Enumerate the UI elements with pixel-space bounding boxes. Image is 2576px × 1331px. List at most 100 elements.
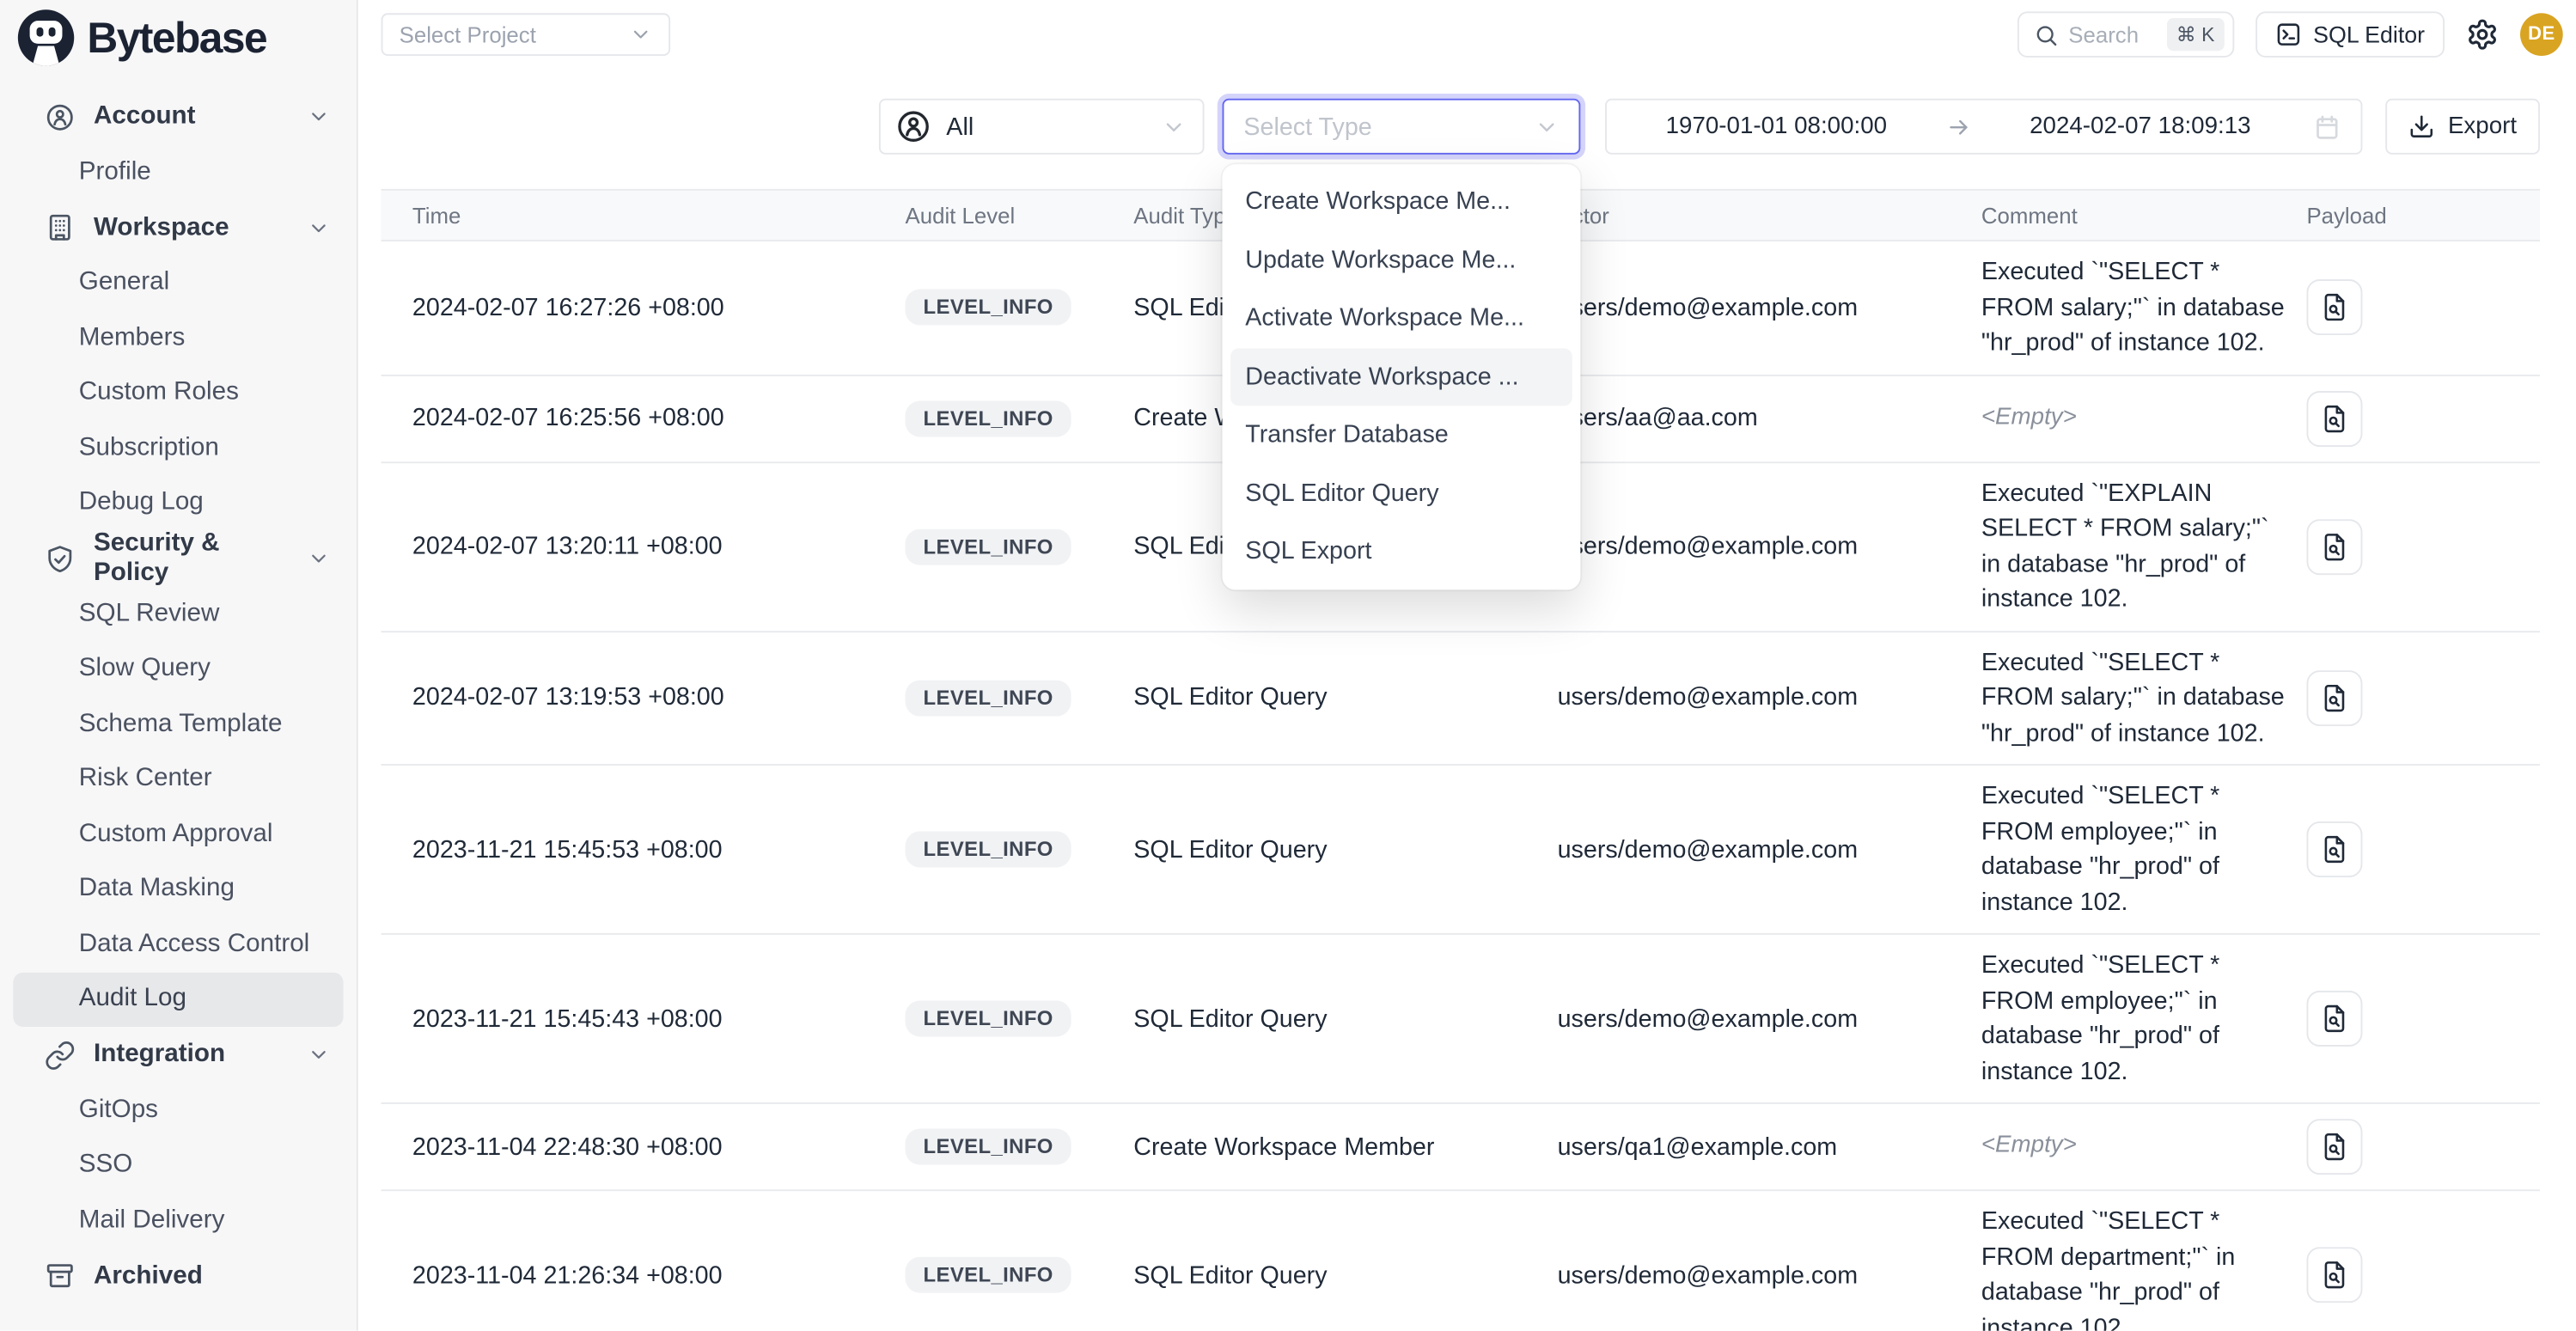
date-from-value[interactable]: 1970-01-01 08:00:00 <box>1607 113 1946 140</box>
export-button[interactable]: Export <box>2385 99 2540 155</box>
table-row: 2023-11-21 15:45:53 +08:00LEVEL_INFOSQL … <box>382 766 2540 935</box>
type-menu-item-create-workspace-me[interactable]: Create Workspace Me... <box>1230 173 1572 231</box>
sidebar-section-label: Security & Policy <box>94 529 290 589</box>
type-menu-item-sql-editor-query[interactable]: SQL Editor Query <box>1230 464 1572 522</box>
payload-view-button[interactable] <box>2306 1247 2362 1303</box>
topbar: Select Project ⌘ K SQL Editor <box>358 0 2576 69</box>
cell-audit-type: SQL Editor Query <box>1133 1261 1557 1289</box>
sidebar-item-debug-log[interactable]: Debug Log <box>13 476 343 531</box>
cell-comment: Executed `"SELECT * FROM employee;"` in … <box>1981 766 2307 933</box>
sidebar-section-account[interactable]: Account <box>0 89 357 144</box>
search-shortcut-badge: ⌘ K <box>2166 18 2225 51</box>
filter-row: All Select Type 1970-01-01 08:00:00 2024… <box>358 99 2540 155</box>
type-menu-item-transfer-database[interactable]: Transfer Database <box>1230 406 1572 464</box>
sidebar-item-custom-approval[interactable]: Custom Approval <box>13 807 343 862</box>
type-filter-select[interactable]: Select Type <box>1223 99 1581 155</box>
cell-comment: Executed `"SELECT * FROM salary;"` in da… <box>1981 241 2307 374</box>
cell-audit-type: SQL Editor Query <box>1133 835 1557 864</box>
sidebar-section-label: Integration <box>94 1040 225 1069</box>
sidebar-item-sso[interactable]: SSO <box>13 1138 343 1193</box>
sidebar-item-label: SSO <box>79 1151 133 1180</box>
payload-view-button[interactable] <box>2306 1119 2362 1175</box>
sidebar-item-label: Data Access Control <box>79 930 310 959</box>
sidebar-item-label: Data Masking <box>79 875 235 904</box>
type-menu-item-sql-export[interactable]: SQL Export <box>1230 522 1572 581</box>
column-header-time: Time <box>412 203 906 228</box>
cell-time: 2024-02-07 13:20:11 +08:00 <box>412 532 906 560</box>
cell-audit-level: LEVEL_INFO <box>906 831 1134 867</box>
sidebar-item-gitops[interactable]: GitOps <box>13 1083 343 1138</box>
payload-view-button[interactable] <box>2306 280 2362 336</box>
cell-audit-level: LEVEL_INFO <box>906 1000 1134 1036</box>
archive-icon <box>45 1261 76 1291</box>
cell-time: 2023-11-04 22:48:30 +08:00 <box>412 1133 906 1161</box>
cell-time: 2024-02-07 16:25:56 +08:00 <box>412 404 906 432</box>
level-badge: LEVEL_INFO <box>906 400 1071 437</box>
sidebar-item-profile[interactable]: Profile <box>13 144 343 199</box>
cell-payload <box>2306 518 2540 574</box>
sidebar-item-label: Members <box>79 323 186 352</box>
terminal-icon <box>2275 21 2302 48</box>
sidebar-item-slow-query[interactable]: Slow Query <box>13 642 343 697</box>
file-search-icon <box>2320 1261 2349 1290</box>
date-to-value[interactable]: 2024-02-07 18:09:13 <box>1970 113 2310 140</box>
sidebar-item-subscription[interactable]: Subscription <box>13 420 343 475</box>
sidebar-item-data-access-control[interactable]: Data Access Control <box>13 917 343 972</box>
sql-editor-button[interactable]: SQL Editor <box>2256 11 2445 58</box>
level-badge: LEVEL_INFO <box>906 528 1071 565</box>
cell-actor: users/demo@example.com <box>1558 294 1981 322</box>
cell-payload <box>2306 280 2540 336</box>
sidebar-section-archived[interactable]: Archived <box>0 1248 357 1304</box>
brand-logo[interactable]: Bytebase <box>0 0 357 76</box>
sidebar-item-mail-delivery[interactable]: Mail Delivery <box>13 1193 343 1248</box>
sidebar: Bytebase AccountProfileWorkspaceGeneral M… <box>0 0 358 1331</box>
type-menu-item-deactivate-workspace[interactable]: Deactivate Workspace ... <box>1230 347 1572 406</box>
type-menu-item-update-workspace-me[interactable]: Update Workspace Me... <box>1230 231 1572 290</box>
payload-view-button[interactable] <box>2306 518 2362 574</box>
sidebar-section-integration[interactable]: Integration <box>0 1027 357 1083</box>
cell-comment: <Empty> <box>1981 1116 2307 1178</box>
sidebar-item-data-masking[interactable]: Data Masking <box>13 862 343 917</box>
search-input[interactable] <box>2068 22 2151 47</box>
cell-payload <box>2306 991 2540 1047</box>
sidebar-item-sql-review[interactable]: SQL Review <box>13 587 343 642</box>
settings-button[interactable] <box>2466 18 2499 51</box>
calendar-icon <box>2313 113 2341 141</box>
sidebar-item-custom-roles[interactable]: Custom Roles <box>13 365 343 420</box>
table-row: 2023-11-04 21:26:34 +08:00LEVEL_INFOSQL … <box>382 1191 2540 1331</box>
level-badge: LEVEL_INFO <box>906 831 1071 867</box>
cell-time: 2024-02-07 16:27:26 +08:00 <box>412 294 906 322</box>
payload-view-button[interactable] <box>2306 390 2362 446</box>
sidebar-item-schema-template[interactable]: Schema Template <box>13 697 343 752</box>
project-select[interactable]: Select Project <box>382 13 671 56</box>
chevron-down-icon <box>308 216 331 239</box>
payload-view-button[interactable] <box>2306 670 2362 726</box>
level-badge: LEVEL_INFO <box>906 1129 1071 1165</box>
cell-comment: Executed `"SELECT * FROM employee;"` in … <box>1981 935 2307 1102</box>
payload-view-button[interactable] <box>2306 991 2362 1047</box>
sidebar-section-workspace[interactable]: Workspace <box>0 199 357 255</box>
date-range-picker[interactable]: 1970-01-01 08:00:00 2024-02-07 18:09:13 <box>1605 99 2362 155</box>
cell-actor: users/demo@example.com <box>1558 1004 1981 1033</box>
column-header-comment: Comment <box>1981 203 2307 228</box>
payload-view-button[interactable] <box>2306 821 2362 877</box>
sidebar-item-general[interactable]: General <box>13 255 343 310</box>
sidebar-item-label: Slow Query <box>79 654 211 683</box>
search-box[interactable]: ⌘ K <box>2017 11 2234 58</box>
user-circle-icon <box>45 101 76 132</box>
actor-filter-select[interactable]: All <box>879 99 1205 155</box>
avatar[interactable]: DE <box>2520 13 2563 56</box>
actor-filter-value: All <box>946 113 974 141</box>
sidebar-item-risk-center[interactable]: Risk Center <box>13 752 343 807</box>
file-search-icon <box>2320 1004 2349 1033</box>
type-menu-item-activate-workspace-me[interactable]: Activate Workspace Me... <box>1230 290 1572 348</box>
sidebar-item-members[interactable]: Members <box>13 310 343 365</box>
cell-audit-type: SQL Editor Query <box>1133 1004 1557 1033</box>
level-badge: LEVEL_INFO <box>906 680 1071 716</box>
cell-comment: Executed `"SELECT * FROM department;"` i… <box>1981 1191 2307 1331</box>
sidebar-item-audit-log[interactable]: Audit Log <box>13 972 343 1027</box>
file-search-icon <box>2320 683 2349 712</box>
sidebar-item-label: Debug Log <box>79 488 204 517</box>
topbar-right: ⌘ K SQL Editor DE <box>2017 11 2563 58</box>
sidebar-section-security-policy[interactable]: Security & Policy <box>0 531 357 587</box>
